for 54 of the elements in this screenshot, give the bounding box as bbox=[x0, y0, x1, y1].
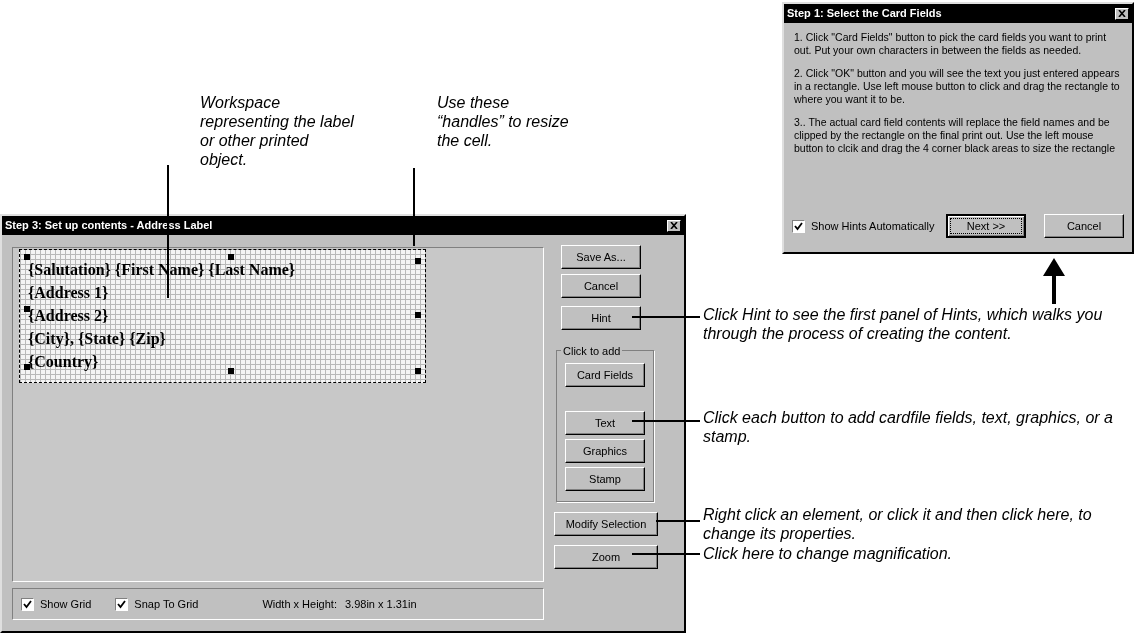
add-button[interactable]: Text bbox=[565, 411, 645, 435]
leader-line bbox=[656, 520, 700, 522]
callout-text: Use these “handles” to resize the cell. bbox=[437, 93, 570, 150]
size-label: Width x Height: bbox=[262, 596, 337, 612]
checkbox[interactable] bbox=[792, 219, 805, 233]
dialog-button[interactable]: Next >> bbox=[946, 214, 1026, 238]
resize-handle[interactable] bbox=[24, 364, 30, 370]
field-placeholder[interactable]: {Country} bbox=[28, 350, 99, 373]
hint-paragraph: 1. Click "Card Fields" button to pick the card fields you want to print out. Put your own characters in between the fields as needed. bbox=[794, 31, 1108, 57]
dialog-title: Step 1: Select the Card Fields bbox=[787, 6, 942, 22]
callout-text: Click Hint to see the first panel of Hints, which walks you through the process of creating the content. bbox=[703, 305, 1104, 343]
callout-text: Workspace representing the label or other printed object. bbox=[200, 93, 355, 169]
close-icon bbox=[1118, 10, 1126, 17]
resize-handle[interactable] bbox=[415, 368, 421, 374]
field-placeholder[interactable]: {Address 2} bbox=[28, 304, 109, 327]
add-button[interactable]: Card Fields bbox=[565, 363, 645, 387]
dialog-button[interactable]: Zoom bbox=[554, 545, 658, 569]
leader-line bbox=[632, 316, 700, 318]
checkmark-icon bbox=[794, 221, 803, 231]
hint-paragraph: 2. Click "OK" button and you will see the text you just entered appears in a rectangle. Use left mouse button to click and drag the rectangle to where you want it to be. bbox=[794, 67, 1121, 106]
window-title: Step 3: Set up contents - Address Label bbox=[5, 218, 213, 234]
checkbox-label: Snap To Grid bbox=[134, 596, 199, 612]
resize-handle[interactable] bbox=[415, 312, 421, 318]
checkmark-icon bbox=[117, 599, 127, 609]
close-button[interactable] bbox=[667, 219, 681, 232]
callout-text: Click each button to add cardfile fields, text, graphics, or a stamp. bbox=[703, 408, 1114, 446]
size-value: 3.98in x 1.31in bbox=[344, 596, 417, 612]
add-button[interactable]: Graphics bbox=[565, 439, 645, 463]
resize-handle[interactable] bbox=[24, 306, 30, 312]
add-button[interactable]: Stamp bbox=[565, 467, 645, 491]
checkmark-icon bbox=[23, 599, 32, 609]
dialog-button[interactable]: Save As... bbox=[561, 245, 641, 269]
close-button[interactable] bbox=[1115, 7, 1129, 20]
dialog-button[interactable]: Modify Selection bbox=[554, 512, 658, 536]
leader-line bbox=[632, 553, 700, 555]
callout-text: Right click an element, or click it and then click here, to change its properties. bbox=[703, 505, 1093, 543]
resize-handle[interactable] bbox=[24, 254, 30, 260]
dialog-button[interactable]: Cancel bbox=[1044, 214, 1124, 238]
checkbox-label: Show Grid bbox=[40, 596, 92, 612]
checkbox-label: Show Hints Automatically bbox=[811, 218, 935, 234]
dialog-button[interactable]: Hint bbox=[561, 306, 641, 330]
field-placeholder[interactable]: {City}, {State} {Zip} bbox=[28, 327, 166, 350]
resize-handle[interactable] bbox=[228, 254, 234, 260]
hint-paragraph: 3.. The actual card field contents will replace the field names and be clipped by the rectangle on the final print out. Use the left mouse button to clcik and drag the 4 corner black areas to size the rectangle bbox=[794, 116, 1117, 155]
leader-line bbox=[632, 420, 700, 422]
checkbox[interactable] bbox=[21, 597, 34, 611]
dialog-button[interactable]: Cancel bbox=[561, 274, 641, 298]
resize-handle[interactable] bbox=[415, 258, 421, 264]
checkbox[interactable] bbox=[115, 597, 129, 611]
resize-handle[interactable] bbox=[228, 368, 234, 374]
close-icon bbox=[670, 222, 678, 229]
pointer-arrow bbox=[1043, 258, 1065, 304]
field-placeholder[interactable]: {Address 1} bbox=[28, 281, 109, 304]
callout-text: Click here to change magnification. bbox=[703, 544, 954, 563]
